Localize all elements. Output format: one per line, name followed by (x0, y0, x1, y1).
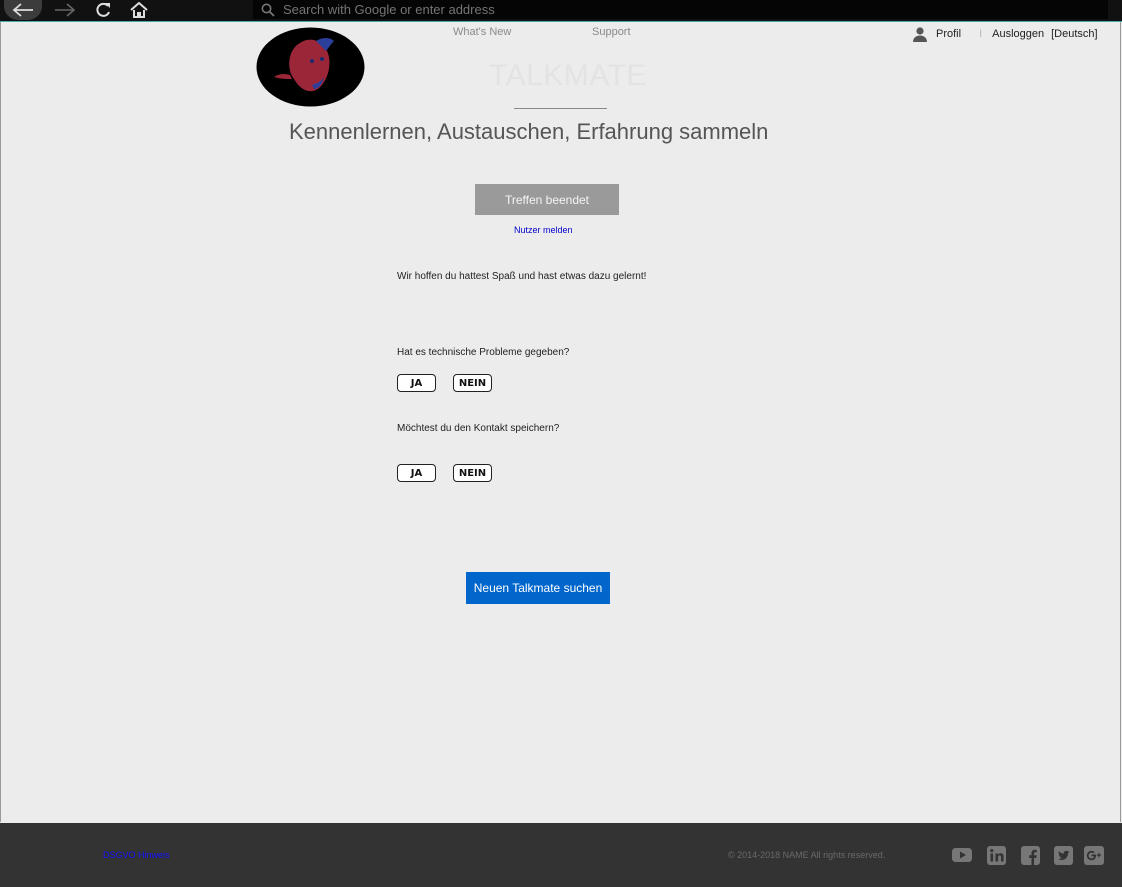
profile-link[interactable]: Profil (936, 28, 961, 40)
language-selector[interactable]: [Deutsch] (1051, 28, 1097, 40)
back-arrow-icon (12, 3, 33, 17)
save-contact-yes-button[interactable]: JA (397, 464, 436, 482)
reload-icon (96, 2, 110, 17)
page-border-left (0, 22, 1, 822)
linkedin-icon (986, 845, 1006, 865)
meeting-ended-button[interactable]: Treffen beendet (475, 184, 619, 215)
home-icon (130, 2, 148, 18)
brand-divider (514, 108, 607, 109)
twitter-icon (1053, 845, 1073, 865)
back-button[interactable] (4, 0, 42, 20)
google-plus-icon (1084, 845, 1104, 865)
nav-whats-new[interactable]: What's New (453, 26, 511, 38)
facebook-icon (1020, 845, 1040, 865)
brand-title: TALKMATE (489, 59, 647, 92)
forward-button[interactable] (48, 0, 82, 20)
youtube-icon (952, 848, 972, 862)
facebook-link[interactable] (1020, 845, 1040, 865)
find-new-talkmate-button[interactable]: Neuen Talkmate suchen (466, 572, 610, 604)
report-user-link[interactable]: Nutzer melden (514, 225, 573, 235)
nav-support[interactable]: Support (592, 26, 631, 38)
question-save-contact: Möchtest du den Kontakt speichern? (397, 423, 560, 434)
linkedin-link[interactable] (986, 845, 1006, 865)
address-input[interactable] (275, 1, 1075, 18)
browser-toolbar (0, 0, 1122, 22)
thanks-message: Wir hoffen du hattest Spaß und hast etwa… (397, 271, 647, 282)
page-border-right (1120, 22, 1121, 822)
technical-problems-no-button[interactable]: NEIN (453, 374, 492, 392)
talkmate-logo[interactable] (256, 27, 365, 107)
tagline: Kennenlernen, Austauschen, Erfahrung sam… (289, 119, 769, 144)
twitter-link[interactable] (1053, 845, 1073, 865)
question-technical-problems: Hat es technische Probleme gegeben? (397, 347, 570, 358)
search-icon (261, 3, 275, 17)
logout-link[interactable]: Ausloggen (992, 28, 1044, 40)
footer: DSGVO Hinweis © 2014-2018 NAME All right… (0, 823, 1122, 887)
google-plus-link[interactable] (1084, 845, 1104, 865)
technical-problems-yes-button[interactable]: JA (397, 374, 436, 392)
youtube-link[interactable] (952, 845, 972, 865)
home-button[interactable] (122, 0, 156, 20)
menu-separator: I (979, 28, 983, 40)
address-bar[interactable] (253, 0, 1108, 19)
user-icon (913, 27, 927, 42)
user-menu: Profil I Ausloggen [Deutsch] (912, 26, 1098, 42)
dsgvo-link[interactable]: DSGVO Hinweis (103, 850, 170, 860)
reload-button[interactable] (86, 0, 120, 20)
forward-arrow-icon (55, 3, 76, 17)
save-contact-no-button[interactable]: NEIN (453, 464, 492, 482)
copyright-text: © 2014-2018 NAME All rights reserved. (728, 850, 886, 860)
